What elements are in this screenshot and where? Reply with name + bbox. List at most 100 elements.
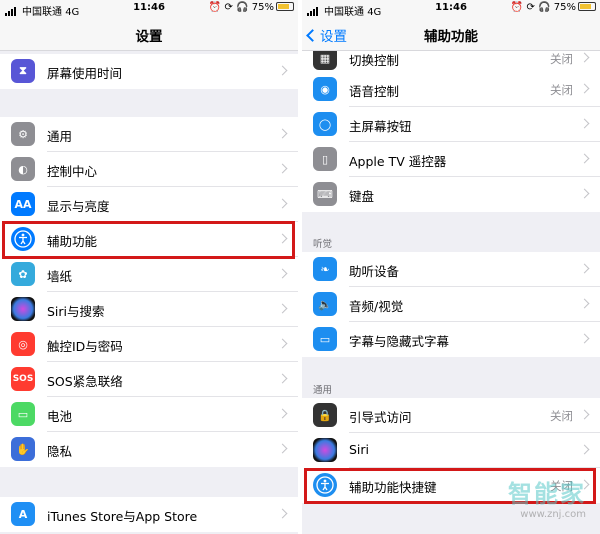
captions-icon: ▭ [313,327,337,351]
hand-icon: ✋ [11,437,35,461]
a11y-row-apple-tv-remote[interactable]: ▯ Apple TV 遥控器 [302,142,600,177]
row-label: 显示与亮度 [47,199,110,214]
section-header-hearing: 听觉 [313,239,333,250]
battery-percent: 75% [553,2,576,13]
page-title: 辅助功能 [424,29,478,45]
chevron-right-icon [579,298,590,309]
settings-row-control-center[interactable]: ◐ 控制中心 [0,152,298,187]
row-label: 墙纸 [47,269,73,284]
settings-pane: 中国联通 4G 11:46 ⏰ ⟳ 🎧 75% 设置 ⧗ 屏幕使用时间 ⚙ 通用… [0,0,298,534]
row-label: 电池 [47,409,73,424]
row-label: 控制中心 [47,164,98,179]
row-label: Apple TV 遥控器 [349,154,447,169]
chevron-right-icon [579,118,590,129]
settings-row-display[interactable]: AA 显示与亮度 [0,187,298,222]
app-store-icon: A [11,502,35,526]
settings-row-touch-id[interactable]: ◎ 触控ID与密码 [0,327,298,362]
row-label: 字幕与隐藏式字幕 [349,334,450,349]
row-label: 键盘 [349,189,375,204]
chevron-right-icon [277,268,288,279]
row-label: 辅助功能 [47,234,98,249]
headphones-icon: 🎧 [538,2,551,13]
settings-row-wallpaper[interactable]: ✿ 墙纸 [0,257,298,292]
row-label: iTunes Store与App Store [47,509,198,524]
settings-row-general[interactable]: ⚙ 通用 [0,117,298,152]
row-value: 关闭 [550,52,573,66]
row-label: SOS紧急联络 [47,374,123,389]
row-label: 引导式访问 [349,410,412,425]
a11y-row-home-button[interactable]: ◯ 主屏幕按钮 [302,107,600,142]
chevron-right-icon [277,408,288,419]
battery-percent: 75% [251,2,274,13]
gear-icon: ⚙ [11,122,35,146]
chevron-right-icon [277,338,288,349]
status-right: ⏰ ⟳ 🎧 75% [511,2,596,13]
chevron-right-icon [579,52,590,63]
nav-bar: 设置 [0,17,298,51]
accessibility-icon [313,473,337,497]
fingerprint-icon: ◎ [11,332,35,356]
settings-row-siri[interactable]: Siri与搜索 [0,292,298,327]
alarm-icon: ⏰ [510,2,524,13]
row-label: 隐私 [47,444,73,459]
keyboard-icon: ⌨ [313,182,337,206]
settings-row-screen-time[interactable]: ⧗ 屏幕使用时间 [0,54,298,89]
a11y-row-keyboard[interactable]: ⌨ 键盘 [302,177,600,212]
row-label: 通用 [47,129,73,144]
row-label: Siri [349,442,370,457]
chevron-right-icon [277,233,288,244]
accessibility-icon [11,227,35,251]
nav-bar: 设置 辅助功能 [302,17,600,51]
battery-icon [578,2,596,11]
a11y-row-hearing-devices[interactable]: ❧ 助听设备 [302,252,600,287]
status-right: ⏰ ⟳ 🎧 75% [209,2,294,13]
chevron-right-icon [277,373,288,384]
settings-row-app-store[interactable]: A iTunes Store与App Store [0,497,298,532]
settings-row-battery[interactable]: ▭ 电池 [0,397,298,432]
row-label: 助听设备 [349,264,400,279]
row-label: 切换控制 [349,53,400,68]
chevron-right-icon [277,163,288,174]
lock-icon: 🔒 [313,403,337,427]
row-label: Siri与搜索 [47,304,105,319]
a11y-row-audio-visual[interactable]: 🔈 音频/视觉 [302,287,600,322]
alarm-icon: ⏰ [208,2,222,13]
siri-icon [313,438,337,462]
section-header-general: 通用 [313,385,333,396]
row-label: 语音控制 [349,84,400,99]
flower-icon: ✿ [11,262,35,286]
remote-icon: ▯ [313,147,337,171]
chevron-right-icon [277,198,288,209]
text-size-icon: AA [11,192,35,216]
row-value: 关闭 [550,83,573,97]
status-bar: 中国联通 4G 11:46 ⏰ ⟳ 🎧 75% [302,0,600,18]
a11y-row-captions[interactable]: ▭ 字幕与隐藏式字幕 [302,322,600,357]
a11y-row-voice-control[interactable]: ◉ 语音控制 关闭 [302,72,600,107]
hourglass-icon: ⧗ [11,59,35,83]
settings-row-sos[interactable]: SOS SOS紧急联络 [0,362,298,397]
page-title: 设置 [135,29,163,45]
lock-rotation-icon: ⟳ [526,2,535,13]
speaker-icon: 🔈 [313,292,337,316]
row-label: 屏幕使用时间 [47,66,123,81]
chevron-right-icon [579,444,590,455]
headphones-icon: 🎧 [236,2,249,13]
chevron-right-icon [579,188,590,199]
ear-icon: ❧ [313,257,337,281]
a11y-row-guided-access[interactable]: 🔒 引导式访问 关闭 [302,398,600,433]
lock-rotation-icon: ⟳ [224,2,233,13]
row-label: 触控ID与密码 [47,339,123,354]
chevron-right-icon [579,409,590,420]
chevron-right-icon [277,443,288,454]
row-label: 音频/视觉 [349,299,404,314]
a11y-row-siri[interactable]: Siri [302,433,600,468]
row-label: 辅助功能快捷键 [349,480,437,495]
toggle-icon: ◐ [11,157,35,181]
row-value: 关闭 [550,409,573,423]
home-button-icon: ◯ [313,112,337,136]
chevron-right-icon [277,508,288,519]
settings-row-privacy[interactable]: ✋ 隐私 [0,432,298,467]
battery-icon: ▭ [11,402,35,426]
settings-row-accessibility[interactable]: 辅助功能 [0,222,298,257]
watermark-logo: 智能家 [508,480,586,508]
